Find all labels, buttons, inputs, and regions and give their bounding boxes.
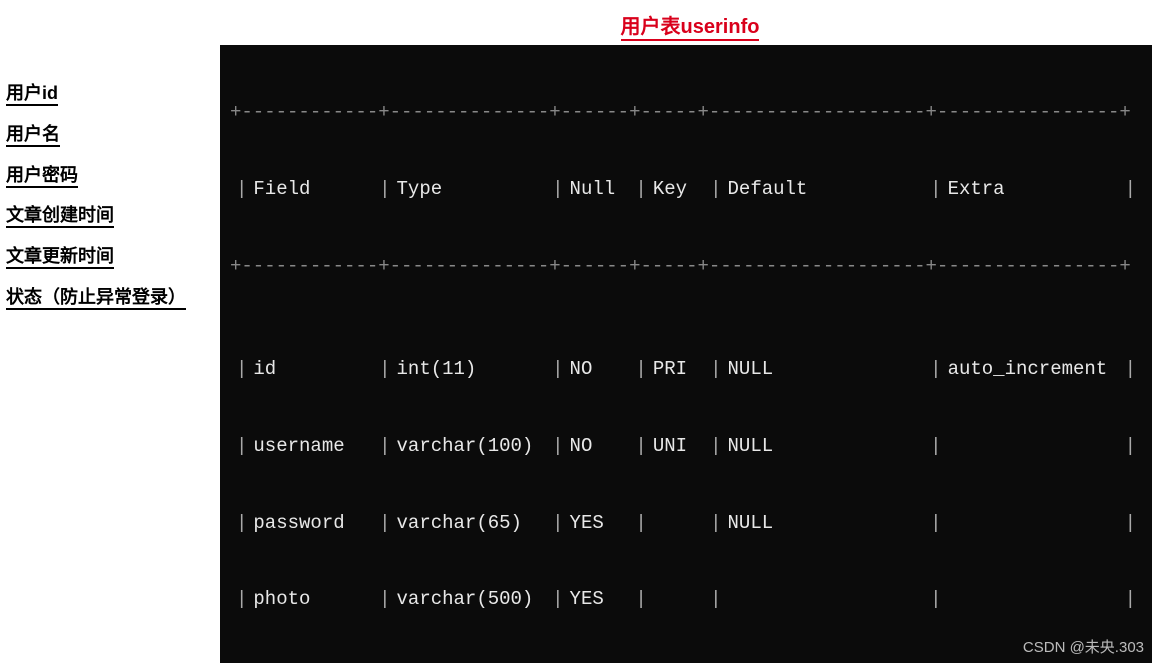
table-rule: +------------+--------------+------+----…	[220, 254, 1152, 280]
sql-describe-userinfo: +------------+--------------+------+----…	[220, 45, 1152, 663]
block-userinfo: 用户id 用户名 用户密码 文章创建时间 文章更新时间 状态（防止异常登录） +…	[0, 45, 1158, 663]
table-row: |photo |varchar(500) |YES | | | |	[220, 587, 1152, 613]
table-row: |password |varchar(65) |YES | |NULL | |	[220, 511, 1152, 537]
table-row: |username |varchar(100) |NO |UNI |NULL |…	[220, 434, 1152, 460]
table-header-row: |Field |Type |Null |Key |Default |Extra …	[220, 177, 1152, 203]
section-title-userinfo: 用户表userinfo	[220, 10, 1158, 39]
col-null: Null	[570, 177, 630, 203]
label-item: 文章创建时间	[6, 201, 220, 230]
col-extra: Extra	[948, 177, 1119, 203]
table-rule: +------------+--------------+------+----…	[220, 100, 1152, 126]
label-item: 用户密码	[6, 161, 220, 190]
label-item: 文章更新时间	[6, 242, 220, 271]
labels-column: 用户id 用户名 用户密码 文章创建时间 文章更新时间 状态（防止异常登录）	[0, 45, 220, 324]
table-row: |id |int(11) |NO |PRI |NULL |auto_increm…	[220, 357, 1152, 383]
col-type: Type	[397, 177, 547, 203]
col-default: Default	[728, 177, 925, 203]
col-key: Key	[653, 177, 704, 203]
label-item: 用户名	[6, 120, 220, 149]
col-field: Field	[253, 177, 373, 203]
label-item: 用户id	[6, 79, 220, 108]
label-item: 状态（防止异常登录）	[6, 283, 220, 312]
